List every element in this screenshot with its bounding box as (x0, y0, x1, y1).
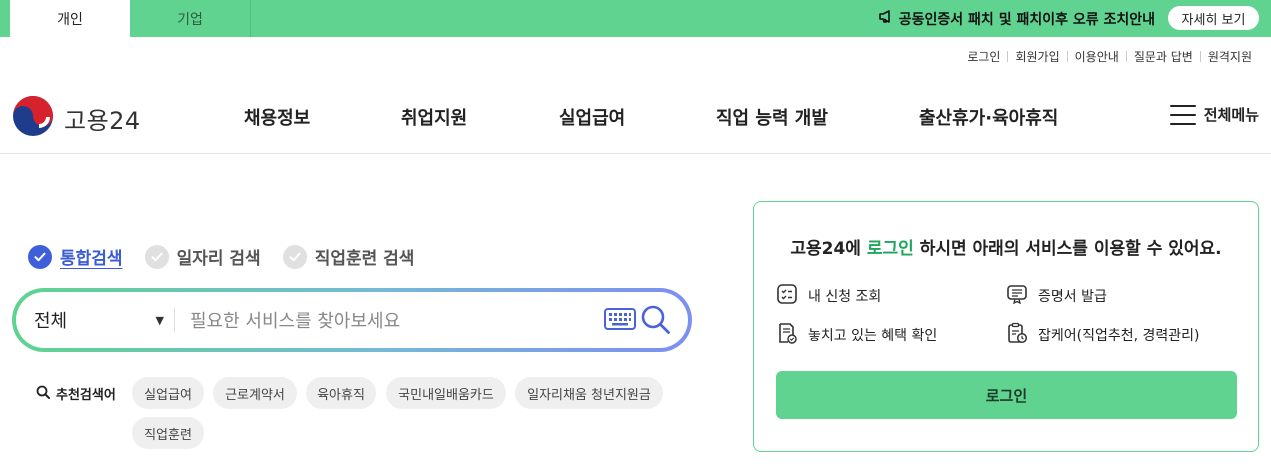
tab-personal[interactable]: 개인 (10, 0, 130, 37)
check-circle-icon (28, 244, 52, 269)
nav-unemployment-benefit[interactable]: 실업급여 (559, 104, 625, 130)
service-label: 잡케어(직업추천, 경력관리) (1038, 328, 1200, 344)
logo-text: 고용24 (64, 106, 141, 135)
nav-jobs[interactable]: 채용정보 (244, 104, 310, 130)
search-box: 전체 ▼ 필요한 서비스를 찾아보세요 (12, 288, 692, 352)
title-accent: 로그인 (866, 239, 914, 259)
service-my-applications[interactable]: 내 신청 조회 (776, 283, 881, 309)
utility-links: 로그인 회원가입 이용안내 질문과 답변 원격지원 (960, 48, 1259, 65)
login-panel-title: 고용24에 로그인 하시면 아래의 서비스를 이용할 수 있어요. (754, 234, 1258, 259)
search-category-select[interactable]: 전체 ▼ (34, 292, 164, 348)
keyword-chip[interactable]: 실업급여 (132, 377, 204, 409)
service-label: 증명서 발급 (1038, 289, 1107, 305)
search-category-value: 전체 (34, 311, 68, 332)
keyword-chip[interactable]: 근로계약서 (213, 377, 297, 409)
certificate-icon (1006, 283, 1038, 309)
top-bar: 개인 기업 공동인증서 패치 및 패치이후 오류 조치안내 자세히 보기 (0, 0, 1271, 37)
utility-qna-link[interactable]: 질문과 답변 (1127, 48, 1200, 65)
login-button[interactable]: 로그인 (776, 371, 1237, 419)
utility-remote-link[interactable]: 원격지원 (1201, 48, 1259, 65)
search-type-tabs: 통합검색 일자리 검색 직업훈련 검색 (28, 244, 436, 269)
title-suffix: 하시면 아래의 서비스를 이용할 수 있어요. (913, 239, 1222, 259)
search-tab-jobs[interactable]: 일자리 검색 (144, 244, 261, 269)
search-tab-label: 일자리 검색 (176, 249, 261, 269)
clipboard-clock-icon (1006, 322, 1038, 348)
service-jobcare[interactable]: 잡케어(직업추천, 경력관리) (1006, 322, 1200, 348)
service-missed-benefits[interactable]: 놓치고 있는 혜택 확인 (776, 322, 937, 348)
keyword-chip[interactable]: 직업훈련 (132, 417, 204, 449)
check-circle-icon (144, 244, 169, 269)
title-prefix: 고용24에 (790, 239, 867, 259)
recommended-title-text: 추천검색어 (56, 388, 116, 403)
utility-guide-link[interactable]: 이용안내 (1068, 48, 1126, 65)
document-check-icon (776, 322, 808, 348)
search-input[interactable]: 필요한 서비스를 찾아보세요 (190, 292, 400, 348)
nav-maternity-leave[interactable]: 출산휴가·육아휴직 (919, 104, 1058, 130)
notice-banner[interactable]: 공동인증서 패치 및 패치이후 오류 조치안내 (878, 0, 1155, 37)
site-logo[interactable]: 고용24 (12, 95, 141, 141)
keyword-chip[interactable]: 육아휴직 (306, 377, 376, 409)
taegeuk-logo-icon (12, 95, 54, 141)
keyboard-icon[interactable] (604, 308, 636, 334)
login-panel: 고용24에 로그인 하시면 아래의 서비스를 이용할 수 있어요. 내 신청 조… (753, 201, 1259, 452)
search-tab-label: 직업훈련 검색 (314, 249, 415, 269)
divider (174, 308, 175, 332)
search-inner: 전체 ▼ 필요한 서비스를 찾아보세요 (16, 292, 688, 348)
megaphone-icon (878, 10, 893, 27)
service-label: 내 신청 조회 (808, 289, 882, 305)
nav-employment-support[interactable]: 취업지원 (401, 104, 467, 130)
keyword-chip[interactable]: 국민내일배움카드 (386, 377, 506, 409)
search-tab-integrated[interactable]: 통합검색 (28, 244, 123, 269)
nav-skill-development[interactable]: 직업 능력 개발 (716, 104, 828, 130)
search-tab-training[interactable]: 직업훈련 검색 (282, 244, 415, 269)
service-label: 놓치고 있는 혜택 확인 (808, 328, 938, 344)
utility-signup-link[interactable]: 회원가입 (1008, 48, 1066, 65)
tab-business[interactable]: 기업 (130, 0, 250, 37)
all-menu-button[interactable]: 전체메뉴 (1169, 104, 1259, 125)
search-tab-label: 통합검색 (60, 249, 123, 269)
main-header: 고용24 채용정보 취업지원 실업급여 직업 능력 개발 출산휴가·육아휴직 전… (0, 78, 1271, 154)
service-certificate[interactable]: 증명서 발급 (1006, 283, 1107, 309)
checklist-icon (776, 283, 808, 309)
recommended-title: 추천검색어 (36, 384, 116, 403)
notice-detail-button[interactable]: 자세히 보기 (1168, 6, 1259, 30)
check-circle-icon (282, 244, 307, 269)
search-small-icon (36, 385, 56, 403)
search-icon[interactable] (640, 304, 672, 340)
caret-down-icon: ▼ (155, 313, 164, 327)
keyword-chip[interactable]: 일자리채움 청년지원금 (515, 377, 663, 409)
tab-divider (250, 0, 251, 37)
utility-login-link[interactable]: 로그인 (960, 48, 1007, 65)
hamburger-icon (1169, 104, 1196, 125)
notice-text: 공동인증서 패치 및 패치이후 오류 조치안내 (898, 11, 1155, 28)
all-menu-label: 전체메뉴 (1203, 106, 1259, 124)
